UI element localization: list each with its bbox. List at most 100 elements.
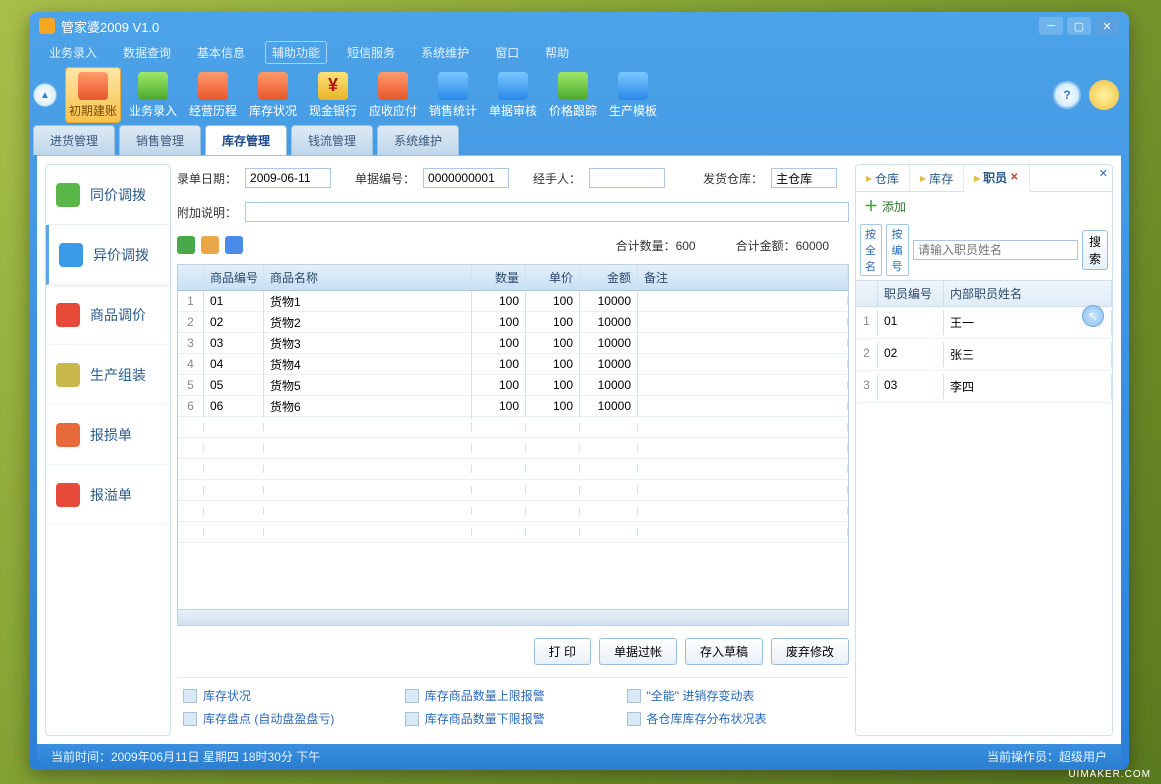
panel-tab[interactable]: ▸职员 ✕ [964,165,1029,192]
grid-header-cell[interactable] [178,265,204,290]
maximize-button[interactable]: ▢ [1067,17,1091,35]
staff-header-cell[interactable]: 内部职员姓名 [944,281,1112,306]
toolbar-button[interactable]: ¥现金银行 [305,67,361,123]
add-button[interactable]: ＋添加 [856,192,1112,220]
grid-scrollbar[interactable] [178,609,848,625]
hint-arrow-icon[interactable]: ↖ [1082,305,1104,327]
warehouse-input[interactable] [771,168,837,188]
feather-icon[interactable] [1089,80,1119,110]
minimize-button[interactable]: ─ [1039,17,1063,35]
toolbar-button[interactable]: 单据审核 [485,67,541,123]
by-name-button[interactable]: 按全名 [860,224,882,276]
collapse-toggle-icon[interactable]: ▲ [33,83,57,107]
draft-button[interactable]: 存入草稿 [685,638,763,665]
toolbar-button[interactable]: 销售统计 [425,67,481,123]
table-row[interactable] [178,480,848,501]
table-row[interactable]: 606货物610010010000 [178,396,848,417]
grid-header-cell[interactable]: 商品编号 [204,265,264,290]
table-row[interactable] [178,501,848,522]
sidebar-item-label: 生产组装 [90,365,146,385]
toolbar-button[interactable]: 初期建账 [65,67,121,123]
staff-cell: 02 [878,342,944,367]
sidebar-item[interactable]: 报溢单 [46,465,170,525]
note-input[interactable] [245,202,849,222]
menubar: 业务录入数据查询基本信息辅助功能短信服务系统维护窗口帮助 [29,40,1129,64]
grid-cell: 货物6 [264,394,472,419]
menu-item[interactable]: 窗口 [489,42,525,63]
grid-header-cell[interactable]: 备注 [638,265,848,290]
panel-tab[interactable]: ▸仓库 [856,165,910,191]
person-icon[interactable] [225,236,243,254]
staff-row[interactable]: 303李四 [856,371,1112,403]
staff-search-input[interactable] [913,240,1078,260]
table-row[interactable] [178,438,848,459]
menu-item[interactable]: 短信服务 [341,42,401,63]
main-tab[interactable]: 进货管理 [33,125,115,155]
menu-item[interactable]: 帮助 [539,42,575,63]
table-row[interactable] [178,417,848,438]
date-input[interactable] [245,168,331,188]
quick-link[interactable]: 库存状况 [177,684,399,707]
grid-cell [638,339,848,347]
grid-header-cell[interactable]: 数量 [472,265,526,290]
toolbar-button[interactable]: 价格跟踪 [545,67,601,123]
menu-item[interactable]: 辅助功能 [265,41,327,64]
toolbar-button[interactable]: 库存状况 [245,67,301,123]
quick-link[interactable]: 库存商品数量上限报警 [399,684,621,707]
toolbar-button[interactable]: 业务录入 [125,67,181,123]
staff-header-cell[interactable] [856,281,878,306]
grid-header-cell[interactable]: 单价 [526,265,580,290]
main-tab[interactable]: 钱流管理 [291,125,373,155]
staff-grid-body[interactable]: 101王一202张三303李四 [856,307,1112,735]
main-tab[interactable]: 系统维护 [377,125,459,155]
help-button[interactable]: ? [1053,81,1081,109]
discard-button[interactable]: 废弃修改 [771,638,849,665]
tab-close-icon[interactable]: ✕ [1010,172,1018,183]
sidebar-item[interactable]: 商品调价 [46,285,170,345]
sidebar-item[interactable]: 同价调拨 [46,165,170,225]
print-button[interactable]: 打 印 [534,638,591,665]
grid-body[interactable]: 101货物110010010000202货物210010010000303货物3… [178,291,848,609]
toolbar: ▲ 初期建账业务录入经营历程库存状况¥现金银行应收应付销售统计单据审核价格跟踪生… [29,64,1129,126]
by-code-button[interactable]: 按编号 [886,224,908,276]
main-tab[interactable]: 销售管理 [119,125,201,155]
menu-item[interactable]: 业务录入 [43,42,103,63]
panel-tab[interactable]: ▸库存 [910,165,964,191]
post-button[interactable]: 单据过帐 [599,638,677,665]
table-row[interactable] [178,522,848,543]
menu-item[interactable]: 数据查询 [117,42,177,63]
handler-input[interactable] [589,168,665,188]
grid-cell [638,360,848,368]
quick-link[interactable]: 库存商品数量下限报警 [399,707,621,730]
quick-link[interactable]: 库存盘点 (自动盘盈盘亏) [177,707,399,730]
grid-cell: 6 [178,395,204,417]
sidebar-item[interactable]: 报损单 [46,405,170,465]
toolbar-icon [498,72,528,100]
quick-link[interactable]: 各仓库库存分布状况表 [621,707,843,730]
table-row[interactable] [178,459,848,480]
staff-row[interactable]: 101王一 [856,307,1112,339]
sidebar-item-icon [56,363,80,387]
quick-link[interactable]: "全能" 进销存变动表 [621,684,843,707]
menu-item[interactable]: 基本信息 [191,42,251,63]
toolbar-label: 现金银行 [309,102,357,119]
toolbar-button[interactable]: 应收应付 [365,67,421,123]
grid-header-cell[interactable]: 金额 [580,265,638,290]
grid-icon-1[interactable] [177,236,195,254]
sidebar-item[interactable]: 异价调拨 [46,225,170,285]
staff-header-cell[interactable]: 职员编号 [878,281,944,306]
titlebar[interactable]: 管家婆2009 V1.0 ─ ▢ ✕ [29,12,1129,40]
search-button[interactable]: 搜索 [1082,230,1108,270]
grid-icon-2[interactable] [201,236,219,254]
sidebar-item[interactable]: 生产组装 [46,345,170,405]
main-tab[interactable]: 库存管理 [205,125,287,155]
toolbar-button[interactable]: 经营历程 [185,67,241,123]
close-button[interactable]: ✕ [1095,17,1119,35]
staff-row[interactable]: 202张三 [856,339,1112,371]
menu-item[interactable]: 系统维护 [415,42,475,63]
grid-header-cell[interactable]: 商品名称 [264,265,472,290]
panel-close-icon[interactable]: ✕ [1099,167,1108,180]
note-label: 附加说明： [177,204,237,221]
docno-input[interactable] [423,168,509,188]
toolbar-button[interactable]: 生产模板 [605,67,661,123]
